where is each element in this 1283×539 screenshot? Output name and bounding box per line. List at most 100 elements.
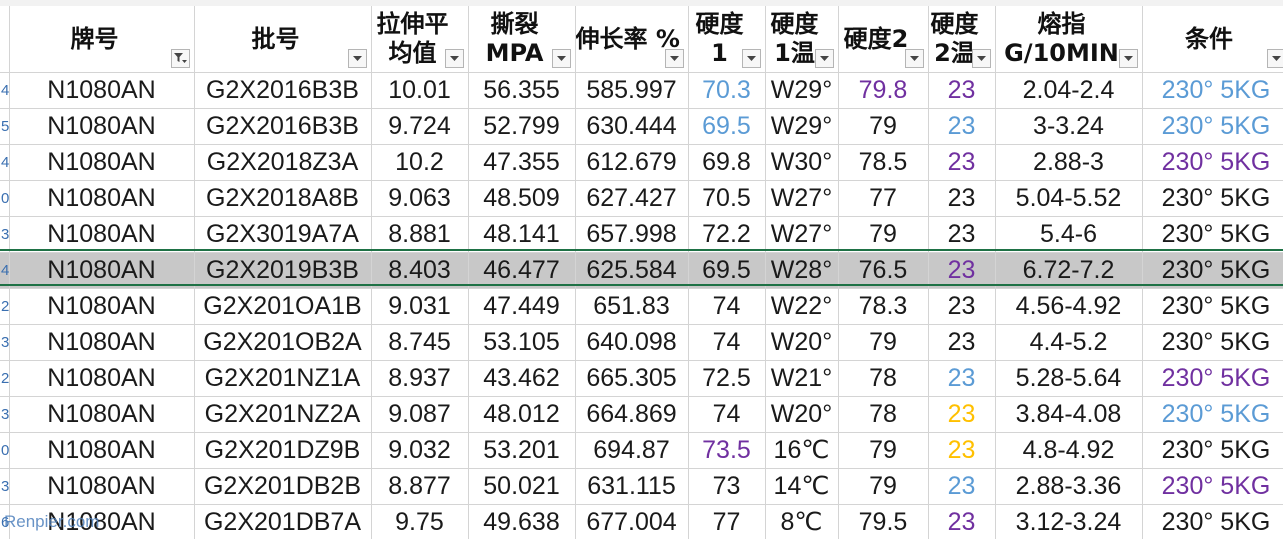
cell-tear-mpa[interactable]: 43.462	[468, 360, 576, 397]
cell-melt-index[interactable]: 3.12-3.24	[995, 504, 1143, 539]
row-number[interactable]: 4	[0, 72, 10, 109]
row-number[interactable]: 3	[0, 396, 10, 433]
row-number[interactable]: 0	[0, 180, 10, 217]
cell-elongation[interactable]: 665.305	[575, 360, 689, 397]
cell-tensile-avg[interactable]: 9.031	[371, 288, 469, 325]
cell-batch[interactable]: G2X2016B3B	[194, 72, 372, 109]
cell-tear-mpa[interactable]: 53.105	[468, 324, 576, 361]
cell-melt-index[interactable]: 5.4-6	[995, 216, 1143, 253]
cell-tear-mpa[interactable]: 47.449	[468, 288, 576, 325]
header-hardness1-temp[interactable]: 硬度 1温	[765, 6, 839, 73]
cell-hardness1-temp[interactable]: 16℃	[765, 432, 839, 469]
cell-elongation[interactable]: 677.004	[575, 504, 689, 539]
cell-hardness1[interactable]: 74	[688, 396, 766, 433]
cell-hardness2[interactable]: 79	[838, 108, 929, 145]
cell-hardness1[interactable]: 74	[688, 288, 766, 325]
cell-elongation[interactable]: 627.427	[575, 180, 689, 217]
cell-grade[interactable]: N1080AN	[9, 216, 195, 253]
table-row[interactable]: 0 N1080AN G2X2018A8B 9.063 48.509 627.427 70.5…	[0, 180, 1283, 217]
cell-condition[interactable]: 230° 5KG	[1142, 108, 1283, 145]
cell-melt-index[interactable]: 3.84-4.08	[995, 396, 1143, 433]
filter-dropdown-icon[interactable]	[347, 49, 367, 68]
cell-tensile-avg[interactable]: 9.75	[371, 504, 469, 539]
row-number[interactable]: 3	[0, 468, 10, 505]
cell-elongation[interactable]: 664.869	[575, 396, 689, 433]
cell-tear-mpa[interactable]: 56.355	[468, 72, 576, 109]
cell-melt-index[interactable]: 2.88-3	[995, 144, 1143, 181]
cell-tensile-avg[interactable]: 8.937	[371, 360, 469, 397]
header-tensile-avg[interactable]: 拉伸平 均值	[371, 6, 469, 73]
cell-batch[interactable]: G2X201DB7A	[194, 504, 372, 539]
cell-elongation[interactable]: 640.098	[575, 324, 689, 361]
cell-elongation[interactable]: 585.997	[575, 72, 689, 109]
filter-dropdown-icon[interactable]	[814, 49, 834, 68]
cell-elongation[interactable]: 694.87	[575, 432, 689, 469]
header-tear-mpa[interactable]: 撕裂 MPA	[468, 6, 576, 73]
filter-dropdown-icon[interactable]	[1118, 49, 1138, 68]
row-number[interactable]: 2	[0, 360, 10, 397]
cell-hardness1[interactable]: 74	[688, 324, 766, 361]
cell-grade[interactable]: N1080AN	[9, 288, 195, 325]
cell-hardness2[interactable]: 78.5	[838, 144, 929, 181]
table-row[interactable]: 5 N1080AN G2X2016B3B 9.724 52.799 630.444 69.5…	[0, 108, 1283, 145]
cell-hardness2[interactable]: 79.8	[838, 72, 929, 109]
cell-batch[interactable]: G2X201DZ9B	[194, 432, 372, 469]
cell-condition[interactable]: 230° 5KG	[1142, 216, 1283, 253]
table-row[interactable]: 4 N1080AN G2X2016B3B 10.01 56.355 585.997 70.3…	[0, 72, 1283, 109]
cell-hardness1[interactable]: 69.5	[688, 108, 766, 145]
cell-melt-index[interactable]: 4.56-4.92	[995, 288, 1143, 325]
cell-tear-mpa[interactable]: 53.201	[468, 432, 576, 469]
cell-grade[interactable]: N1080AN	[9, 396, 195, 433]
cell-condition[interactable]: 230° 5KG	[1142, 144, 1283, 181]
cell-hardness2[interactable]: 79	[838, 324, 929, 361]
cell-hardness2-temp[interactable]: 23	[928, 396, 996, 433]
cell-hardness2-temp[interactable]: 23	[928, 288, 996, 325]
cell-grade[interactable]: N1080AN	[9, 432, 195, 469]
cell-hardness2[interactable]: 77	[838, 180, 929, 217]
cell-melt-index[interactable]: 5.28-5.64	[995, 360, 1143, 397]
cell-hardness1[interactable]: 73	[688, 468, 766, 505]
cell-hardness2-temp[interactable]: 23	[928, 72, 996, 109]
cell-tensile-avg[interactable]: 8.877	[371, 468, 469, 505]
cell-melt-index[interactable]: 2.88-3.36	[995, 468, 1143, 505]
filter-dropdown-icon[interactable]	[741, 49, 761, 68]
cell-elongation[interactable]: 612.679	[575, 144, 689, 181]
cell-hardness1-temp[interactable]: W20°	[765, 396, 839, 433]
cell-hardness1[interactable]: 77	[688, 504, 766, 539]
cell-tensile-avg[interactable]: 8.881	[371, 216, 469, 253]
cell-hardness1-temp[interactable]: W30°	[765, 144, 839, 181]
cell-batch[interactable]: G2X201NZ1A	[194, 360, 372, 397]
cell-condition[interactable]: 230° 5KG	[1142, 432, 1283, 469]
filter-dropdown-icon[interactable]	[444, 49, 464, 68]
cell-elongation[interactable]: 630.444	[575, 108, 689, 145]
filter-dropdown-icon[interactable]	[1266, 49, 1283, 68]
cell-tensile-avg[interactable]: 10.01	[371, 72, 469, 109]
cell-hardness1-temp[interactable]: 8℃	[765, 504, 839, 539]
filter-dropdown-icon[interactable]	[904, 49, 924, 68]
cell-grade[interactable]: N1080AN	[9, 180, 195, 217]
cell-melt-index[interactable]: 5.04-5.52	[995, 180, 1143, 217]
filter-dropdown-icon[interactable]	[664, 49, 684, 68]
cell-hardness2-temp[interactable]: 23	[928, 504, 996, 539]
cell-tear-mpa[interactable]: 48.141	[468, 216, 576, 253]
cell-hardness2[interactable]: 79	[838, 432, 929, 469]
cell-hardness2-temp[interactable]: 23	[928, 108, 996, 145]
row-number[interactable]: 2	[0, 288, 10, 325]
cell-tensile-avg[interactable]: 9.087	[371, 396, 469, 433]
cell-hardness1-temp[interactable]: W20°	[765, 324, 839, 361]
cell-hardness1-temp[interactable]: W27°	[765, 216, 839, 253]
header-batch[interactable]: 批号	[194, 6, 372, 73]
cell-hardness2-temp[interactable]: 23	[928, 468, 996, 505]
table-row[interactable]: 3 N1080AN G2X201OB2A 8.745 53.105 640.098 74 W2…	[0, 324, 1283, 361]
cell-hardness1[interactable]: 72.5	[688, 360, 766, 397]
row-number[interactable]: 0	[0, 432, 10, 469]
cell-batch[interactable]: G2X2016B3B	[194, 108, 372, 145]
cell-condition[interactable]: 230° 5KG	[1142, 504, 1283, 539]
cell-batch[interactable]: G2X201DB2B	[194, 468, 372, 505]
cell-hardness2[interactable]: 79	[838, 468, 929, 505]
cell-condition[interactable]: 230° 5KG	[1142, 468, 1283, 505]
cell-hardness2-temp[interactable]: 23	[928, 324, 996, 361]
cell-condition[interactable]: 230° 5KG	[1142, 324, 1283, 361]
cell-melt-index[interactable]: 4.4-5.2	[995, 324, 1143, 361]
table-row[interactable]: 0 N1080AN G2X201DZ9B 9.032 53.201 694.87 73.5 1…	[0, 432, 1283, 469]
